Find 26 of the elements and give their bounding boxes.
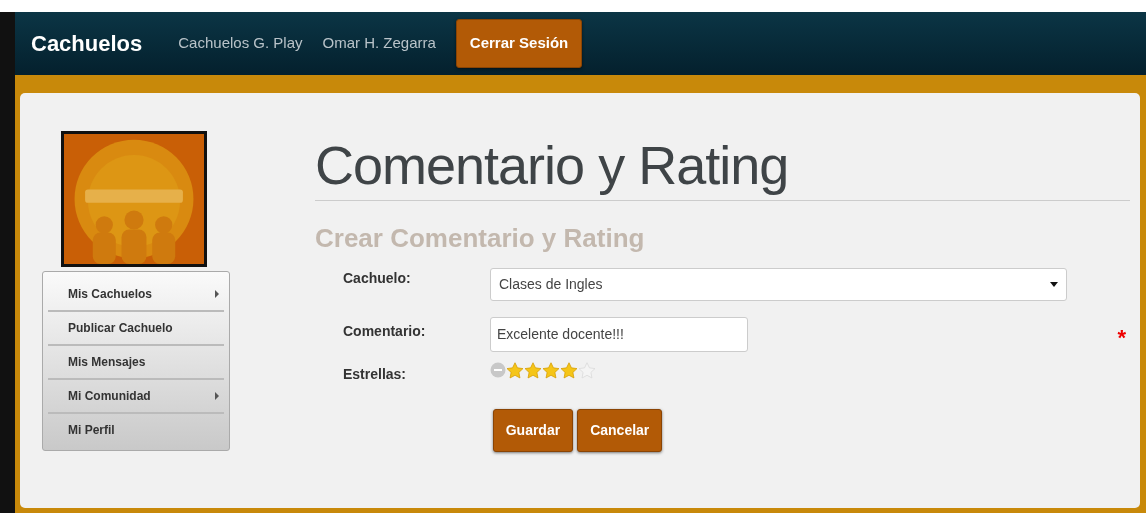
filled-star-icon[interactable]: [542, 361, 560, 379]
menu-item[interactable]: Mi Perfil: [48, 414, 224, 446]
field-label: Cachuelo:: [342, 268, 412, 288]
save-button[interactable]: Guardar: [492, 408, 574, 452]
brand-link[interactable]: Cachuelos: [31, 27, 143, 60]
menu-item[interactable]: Mi Comunidad: [48, 380, 224, 414]
nav-link[interactable]: Omar H. Zegarra: [322, 32, 436, 55]
menu-item[interactable]: Publicar Cachuelo: [48, 312, 224, 346]
filled-star-icon[interactable]: [524, 361, 542, 379]
logout-button[interactable]: Cerrar Sesión: [455, 19, 583, 68]
page-title: Comentario y Rating: [315, 134, 790, 197]
menu-item[interactable]: Mis Mensajes: [48, 346, 224, 380]
field-label: Comentario:: [342, 321, 427, 341]
select-field[interactable]: Clases de Ingles: [490, 267, 1067, 301]
dropdown-caret-icon: [1050, 281, 1058, 287]
cancel-button[interactable]: Cancelar: [577, 408, 663, 452]
field-label: Estrellas:: [342, 364, 408, 384]
filled-star-icon[interactable]: [506, 361, 524, 379]
required-mark: *: [1117, 323, 1126, 352]
comment-field[interactable]: Excelente docente!!!: [490, 316, 748, 352]
select-value: Clases de Ingles: [499, 274, 603, 294]
nav-link[interactable]: Cachuelos G. Play: [178, 32, 303, 55]
page-subtitle: Crear Comentario y Rating: [315, 221, 646, 255]
filled-star-icon[interactable]: [560, 361, 578, 379]
cancel-rating-icon[interactable]: [490, 362, 506, 379]
menu-item[interactable]: Mis Cachuelos: [48, 278, 224, 312]
